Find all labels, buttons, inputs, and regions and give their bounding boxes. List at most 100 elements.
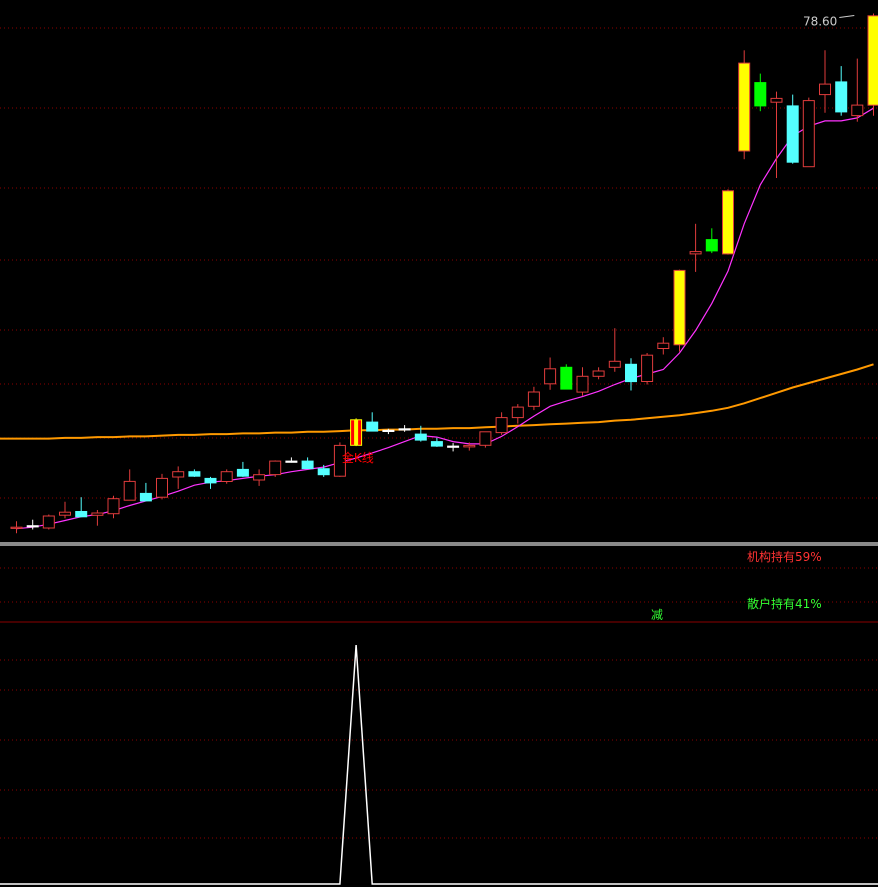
- candle-body: [722, 190, 734, 255]
- candle-body: [59, 511, 71, 516]
- candle-body: [204, 477, 217, 484]
- candle: [236, 461, 249, 477]
- candle: [156, 473, 168, 500]
- candle: [705, 228, 718, 254]
- candle-body: [91, 512, 104, 516]
- candle-body: [139, 492, 152, 502]
- candle-body: [236, 468, 249, 477]
- candle-body: [107, 498, 120, 515]
- candle: [42, 514, 55, 530]
- candle: [269, 460, 282, 477]
- candle: [317, 464, 330, 477]
- candle-body: [625, 363, 637, 383]
- candle: [204, 476, 217, 489]
- candle: [576, 367, 589, 396]
- candle-body: [382, 429, 395, 432]
- candle-body: [657, 342, 670, 350]
- candle-body: [851, 104, 864, 117]
- candle-body: [366, 421, 379, 432]
- institution-holding-label: 机构持有59%: [747, 549, 822, 564]
- retail-holding-label: 散户持有41%: [747, 596, 822, 611]
- candle: [786, 94, 799, 164]
- candle: [188, 469, 201, 477]
- candle: [802, 97, 815, 168]
- candle-body: [269, 460, 282, 476]
- candle-body: [819, 83, 831, 96]
- gold-k-line-label: 金K线: [342, 450, 374, 465]
- candle-body: [156, 477, 168, 498]
- candle: [867, 13, 878, 116]
- holdings-panel: 机构持有59% 散户持有41% 减: [651, 549, 822, 622]
- candlesticks: [10, 13, 878, 534]
- price-panel: 78.60 金K线: [0, 13, 878, 534]
- candle-body: [317, 468, 330, 476]
- top-price-arrow-icon: [839, 15, 855, 18]
- signal-panel: [0, 644, 878, 885]
- candle-body: [738, 62, 751, 152]
- candle-body: [463, 444, 476, 448]
- candle-body: [447, 445, 460, 448]
- ma-long-line: [0, 363, 874, 440]
- candle: [819, 50, 831, 113]
- candle-body: [414, 433, 427, 441]
- candle: [107, 495, 120, 519]
- candle-body: [220, 471, 233, 483]
- candle-body: [75, 511, 88, 518]
- candle: [511, 404, 524, 424]
- candle: [91, 510, 104, 526]
- candle-body: [560, 366, 573, 390]
- candle-body: [301, 460, 314, 470]
- candle: [835, 66, 848, 116]
- candle-body: [608, 360, 621, 368]
- candle: [301, 457, 314, 470]
- candle: [657, 337, 670, 355]
- candle: [722, 189, 734, 255]
- signal-spike-line: [0, 644, 878, 885]
- candle: [366, 412, 379, 432]
- candle: [641, 353, 654, 385]
- candle-body: [705, 239, 718, 252]
- candle-body: [42, 515, 55, 529]
- candle-body: [641, 354, 654, 383]
- candle-body: [479, 431, 492, 446]
- candle: [592, 367, 605, 380]
- candle-body: [576, 375, 589, 393]
- candle: [625, 358, 637, 391]
- candle: [673, 269, 686, 352]
- candle-body: [770, 97, 783, 103]
- candle-body: [592, 370, 605, 377]
- candle: [172, 466, 185, 489]
- candle-body: [430, 441, 443, 447]
- candle-body: [123, 480, 136, 501]
- candle: [10, 521, 23, 534]
- candle: [253, 469, 266, 486]
- candle-body: [285, 460, 298, 463]
- candle-body: [689, 251, 702, 255]
- candle: [527, 386, 540, 411]
- candle-body: [867, 15, 878, 106]
- candle-body: [172, 471, 185, 478]
- candle-body: [495, 417, 508, 434]
- candle-body: [786, 105, 799, 163]
- top-price-label: 78.60: [803, 15, 837, 29]
- candle: [495, 412, 508, 435]
- candle: [59, 501, 71, 519]
- candle: [608, 328, 621, 372]
- candle: [285, 457, 298, 463]
- candle: [544, 357, 557, 390]
- candle-body: [398, 428, 411, 431]
- candle: [430, 437, 443, 447]
- candle-body: [10, 526, 23, 529]
- candle: [398, 425, 411, 432]
- candle: [689, 223, 702, 272]
- candle: [123, 469, 136, 501]
- candle: [350, 418, 363, 447]
- candle: [75, 497, 88, 518]
- candle-body: [26, 525, 39, 528]
- reduce-marker: 减: [651, 608, 663, 622]
- stock-chart: 78.60 金K线 机构持有59% 散户持有41% 减: [0, 13, 878, 885]
- candle-body: [511, 406, 524, 419]
- candle: [851, 58, 864, 122]
- candle: [560, 364, 573, 390]
- candle: [738, 50, 751, 160]
